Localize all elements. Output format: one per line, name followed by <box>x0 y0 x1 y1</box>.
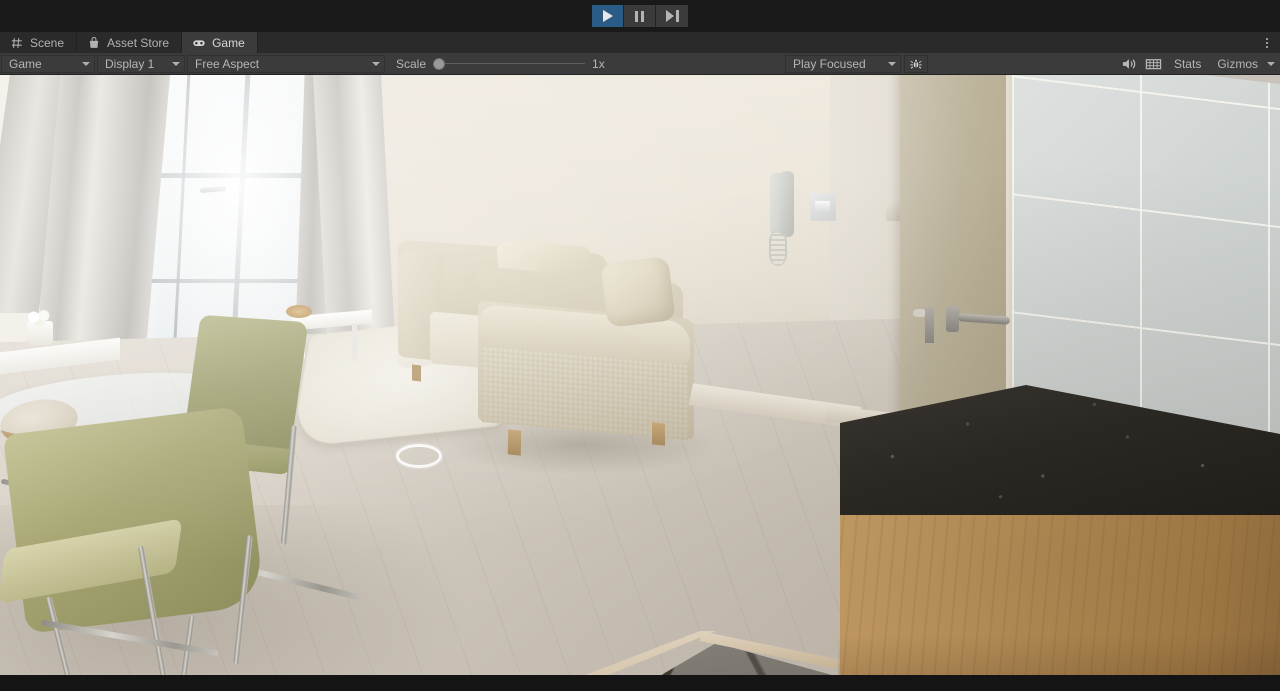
play-mode-value: Play Focused <box>792 56 866 71</box>
display-dropdown[interactable]: Display 1 <box>97 54 185 73</box>
pause-button[interactable] <box>624 5 656 27</box>
gamepad-icon <box>193 39 205 46</box>
wall-intercom-cord <box>769 230 787 266</box>
potted-flowers <box>24 308 56 326</box>
scale-slider-track <box>433 63 586 64</box>
unity-editor-window: Scene Asset Store Game Game Display 1 Fr… <box>0 0 1280 691</box>
play-controls-group <box>592 5 688 27</box>
viewport-letterbox <box>0 675 1280 691</box>
scale-value: 1x <box>592 56 605 71</box>
play-button[interactable] <box>592 5 624 27</box>
armchair-leg-front <box>507 429 522 456</box>
light-switch-rocker <box>815 201 830 211</box>
scene-grid-icon <box>11 37 22 48</box>
teleport-target-ring[interactable] <box>396 444 442 468</box>
stats-label: Stats <box>1173 56 1202 71</box>
maximize-on-play-button[interactable] <box>1142 54 1166 74</box>
step-button[interactable] <box>656 5 688 27</box>
door-handle-rose <box>946 306 959 332</box>
view-type-value: Game <box>9 56 42 71</box>
stats-button[interactable]: Stats <box>1166 54 1209 74</box>
tab-bar-filler <box>258 32 1254 53</box>
debug-button[interactable] <box>903 54 928 73</box>
aspect-ratio-dropdown[interactable]: Free Aspect <box>187 54 385 73</box>
olive-dining-chair-front <box>2 406 266 634</box>
chevron-down-icon <box>82 61 90 66</box>
step-icon <box>665 10 679 22</box>
scale-control: Scale 1x <box>388 55 618 73</box>
panel-tab-bar: Scene Asset Store Game <box>0 32 1280 53</box>
coffee-table-leg-right <box>352 322 357 362</box>
speaker-icon <box>1123 58 1136 69</box>
play-icon <box>602 10 613 22</box>
chevron-down-icon <box>372 61 380 66</box>
game-view-render[interactable] <box>0 75 1280 691</box>
interior-door <box>900 75 1012 442</box>
gizmos-dropdown-button[interactable] <box>1262 54 1280 74</box>
tab-game-label: Game <box>212 35 245 50</box>
kebab-menu-icon[interactable] <box>1254 32 1280 53</box>
armchair-cushion <box>600 256 676 328</box>
chevron-down-icon <box>172 61 180 66</box>
pause-icon <box>635 10 644 22</box>
play-control-bar <box>0 0 1280 32</box>
sofa-leg <box>412 364 421 382</box>
tab-asset-store-label: Asset Store <box>107 35 170 50</box>
mute-audio-button[interactable] <box>1118 54 1142 74</box>
aspect-ratio-value: Free Aspect <box>195 56 260 71</box>
game-view-toolbar: Game Display 1 Free Aspect Scale 1x Play… <box>0 53 1280 75</box>
table-decor-bowl <box>286 305 312 318</box>
chevron-down-icon <box>887 61 896 66</box>
play-mode-dropdown[interactable]: Play Focused <box>784 54 901 73</box>
wall-intercom-handset <box>780 171 794 237</box>
view-type-dropdown[interactable]: Game <box>1 54 95 73</box>
scale-slider-knob[interactable] <box>433 57 446 70</box>
tab-scene-label: Scene <box>30 35 65 50</box>
bug-icon <box>910 58 922 69</box>
gizmos-button[interactable]: Gizmos <box>1209 54 1262 74</box>
gizmos-label: Gizmos <box>1217 56 1258 71</box>
tab-asset-store[interactable]: Asset Store <box>77 32 183 53</box>
armchair-leg-back <box>652 422 665 446</box>
door-latch-plate <box>925 307 934 343</box>
display-value: Display 1 <box>105 56 155 71</box>
tab-game[interactable]: Game <box>182 32 258 53</box>
scale-label: Scale <box>396 56 427 71</box>
chevron-down-icon <box>1267 61 1275 66</box>
grid-frame-icon <box>1146 58 1162 69</box>
asset-store-bag-icon <box>89 36 99 48</box>
tab-scene[interactable]: Scene <box>0 32 78 53</box>
scale-slider[interactable] <box>433 57 586 71</box>
door-mullion-left <box>172 75 191 365</box>
